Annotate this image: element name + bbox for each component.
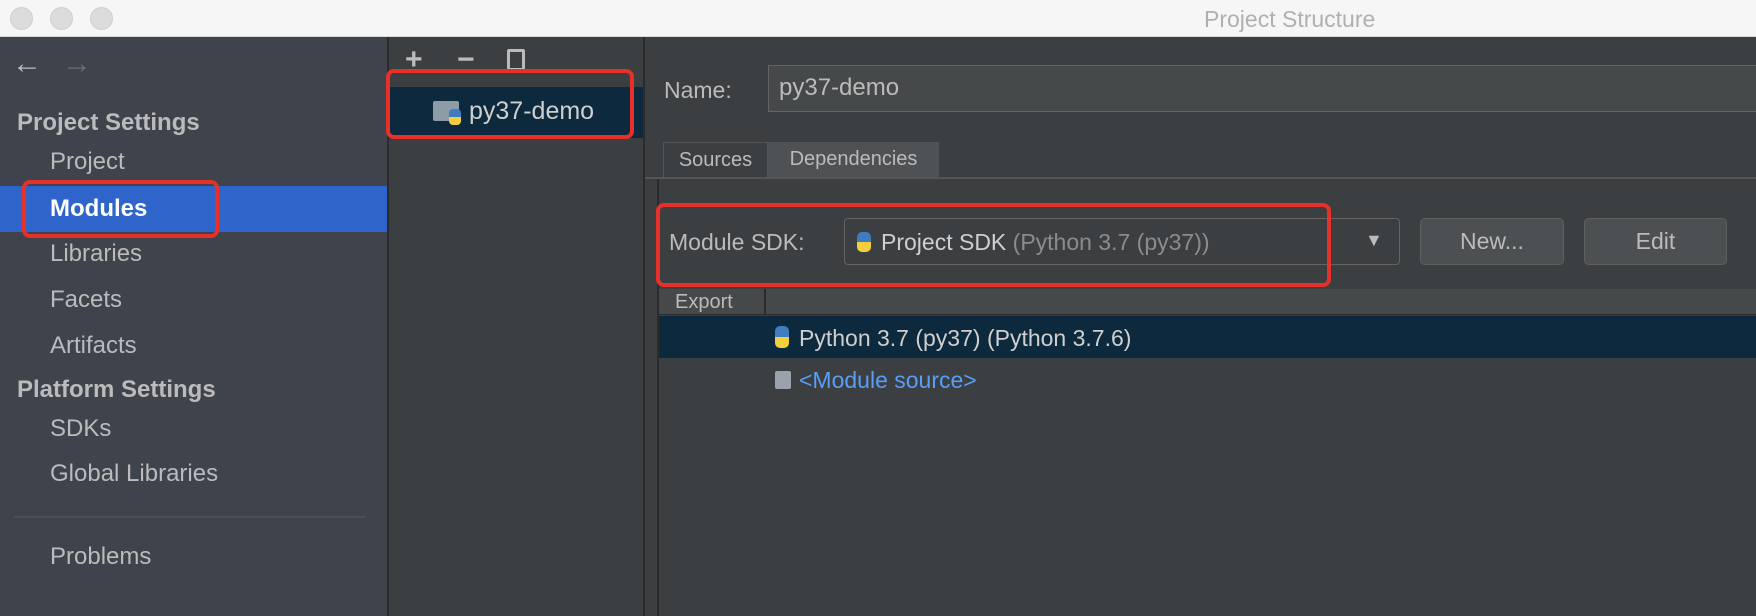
- highlight-box: [386, 69, 634, 139]
- minimize-button[interactable]: [50, 7, 73, 30]
- tab-divider: [645, 177, 1756, 179]
- tab-dependencies[interactable]: Dependencies: [768, 142, 939, 177]
- copy-icon[interactable]: [507, 49, 525, 71]
- export-column-header[interactable]: Export: [659, 289, 766, 315]
- project-settings-heading: Project Settings: [17, 109, 200, 136]
- title-bar: Project Structure: [0, 0, 1756, 37]
- back-arrow-icon[interactable]: ←: [12, 47, 42, 81]
- table-header: Export: [659, 289, 1756, 315]
- sidebar-item-global-libraries[interactable]: Global Libraries: [0, 451, 387, 497]
- new-sdk-button[interactable]: New...: [1420, 218, 1564, 265]
- zoom-button[interactable]: [90, 7, 113, 30]
- edit-sdk-button[interactable]: Edit: [1584, 218, 1727, 265]
- highlight-box: [656, 203, 1331, 287]
- highlight-box: [22, 180, 219, 238]
- window-title: Project Structure: [1204, 6, 1376, 32]
- name-input[interactable]: py37-demo: [768, 65, 1756, 112]
- sidebar-item-facets[interactable]: Facets: [0, 277, 387, 323]
- folder-icon: [775, 371, 791, 389]
- sidebar-item-project[interactable]: Project: [0, 139, 387, 185]
- platform-settings-heading: Platform Settings: [17, 376, 216, 403]
- sidebar-item-sdks[interactable]: SDKs: [0, 406, 387, 452]
- forward-arrow-icon[interactable]: →: [62, 47, 92, 81]
- close-button[interactable]: [10, 7, 33, 30]
- modules-panel: + − py37-demo: [386, 37, 645, 616]
- sidebar: ← → Project Settings Project Modules Lib…: [0, 37, 389, 616]
- divider: [14, 516, 366, 518]
- sidebar-item-libraries[interactable]: Libraries: [0, 231, 387, 277]
- sidebar-item-artifacts[interactable]: Artifacts: [0, 323, 387, 369]
- table-row[interactable]: <Module source>: [659, 359, 1756, 401]
- tab-sources[interactable]: Sources: [663, 142, 768, 177]
- table-row[interactable]: Python 3.7 (py37) (Python 3.7.6): [659, 316, 1756, 358]
- module-source-link[interactable]: <Module source>: [799, 367, 977, 394]
- dependency-label: Python 3.7 (py37) (Python 3.7.6): [799, 325, 1132, 351]
- module-detail: Name: py37-demo Sources Dependencies Mod…: [645, 37, 1756, 616]
- name-label: Name:: [664, 77, 732, 103]
- sidebar-item-problems[interactable]: Problems: [0, 534, 387, 580]
- python-icon: [775, 326, 789, 348]
- chevron-down-icon: ▼: [1365, 230, 1383, 250]
